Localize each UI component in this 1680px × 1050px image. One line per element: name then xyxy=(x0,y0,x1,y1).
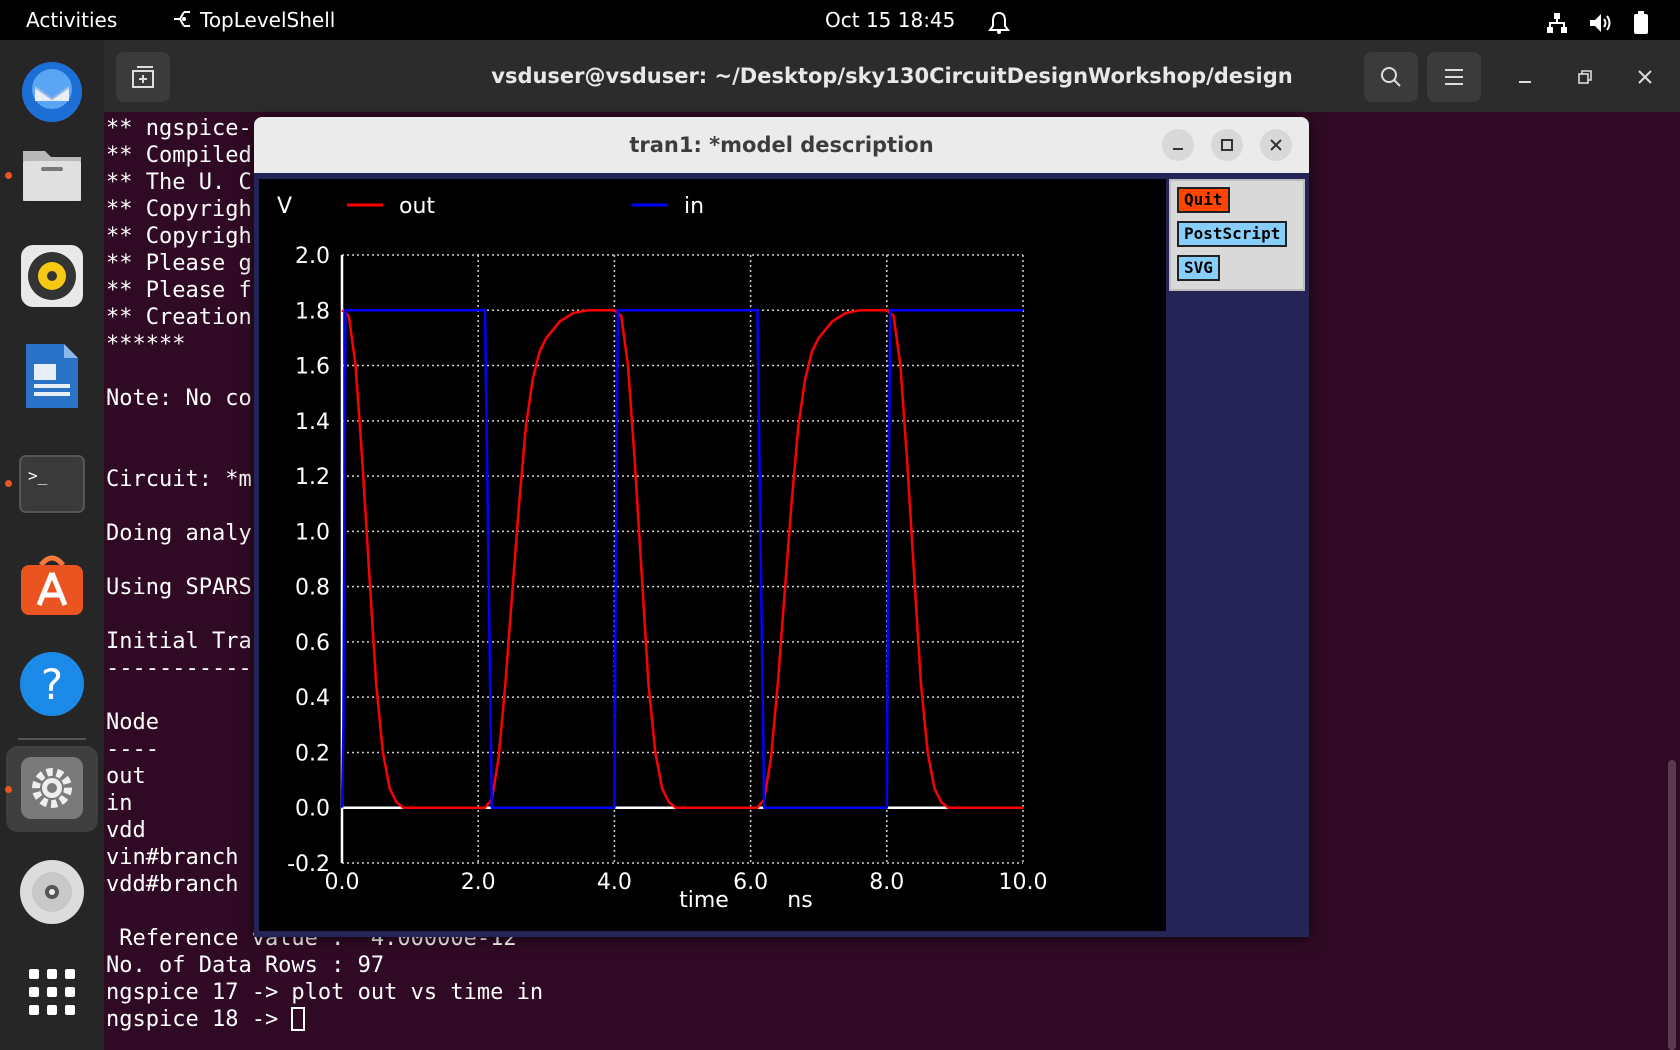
clock[interactable]: Oct 15 18:45 xyxy=(825,0,955,40)
minimize-button[interactable] xyxy=(1510,62,1540,92)
disc-icon[interactable] xyxy=(18,858,86,926)
minimize-icon xyxy=(1519,81,1531,83)
x-axis-unit: ns xyxy=(787,888,812,913)
plot-close-button[interactable] xyxy=(1260,129,1292,161)
new-tab-icon xyxy=(132,66,154,88)
terminal-icon[interactable]: >_ xyxy=(18,450,86,518)
svg-text:?: ? xyxy=(41,660,63,709)
menu-button[interactable] xyxy=(1427,52,1481,102)
close-icon xyxy=(1638,70,1652,84)
plot-maximize-button[interactable] xyxy=(1211,129,1243,161)
y-tick-label: 1.2 xyxy=(295,465,330,490)
rhythmbox-icon[interactable] xyxy=(18,242,86,310)
minimize-icon xyxy=(1173,148,1183,150)
y-tick-label: 2.0 xyxy=(295,244,330,269)
x-tick-label: 0.0 xyxy=(325,870,360,895)
help-icon[interactable]: ? xyxy=(18,650,86,718)
plot-minimize-button[interactable] xyxy=(1162,129,1194,161)
close-button[interactable] xyxy=(1630,62,1660,92)
y-tick-label: 1.0 xyxy=(295,520,330,545)
plot-titlebar[interactable]: tran1: *model description xyxy=(254,117,1309,173)
y-tick-label: 0.0 xyxy=(295,797,330,822)
y-tick-label: 0.4 xyxy=(295,686,330,711)
y-tick-label: 1.6 xyxy=(295,355,330,380)
restore-icon xyxy=(1578,70,1592,84)
terminal-scrollbar[interactable] xyxy=(1668,760,1676,1050)
y-tick-label: 1.8 xyxy=(295,299,330,324)
maximize-icon xyxy=(1221,139,1233,151)
series-line-in xyxy=(340,309,1023,809)
waveform-chart[interactable]: -0.20.00.20.40.60.81.01.21.41.61.82.00.0… xyxy=(259,179,1166,931)
close-icon xyxy=(1270,139,1282,151)
dock-separator xyxy=(18,738,86,740)
terminal-line: ngspice 18 -> xyxy=(106,1006,543,1033)
app-center-icon[interactable] xyxy=(18,550,86,618)
cursor xyxy=(291,1007,306,1031)
y-axis-label: V xyxy=(277,194,292,219)
x-tick-label: 10.0 xyxy=(999,870,1048,895)
search-icon xyxy=(1381,67,1401,87)
plot-window: tran1: *model description -0.2 0.0 0.2 0.4 0… xyxy=(254,117,1309,937)
network-icon[interactable] xyxy=(1545,8,1569,33)
app-icon xyxy=(174,11,190,27)
quit-button[interactable]: Quit xyxy=(1177,187,1230,213)
app-menu[interactable]: TopLevelShell xyxy=(170,0,335,40)
search-button[interactable] xyxy=(1364,52,1418,102)
x-tick-label: 8.0 xyxy=(869,870,904,895)
terminal-line: No. of Data Rows : 97 xyxy=(106,953,385,978)
new-tab-button[interactable] xyxy=(116,52,170,102)
x-tick-label: 6.0 xyxy=(733,870,768,895)
legend-label-out: out xyxy=(399,194,435,219)
legend-label-in: in xyxy=(684,194,704,219)
plot-window-title: tran1: *model description xyxy=(629,133,934,157)
writer-icon[interactable] xyxy=(18,342,86,410)
running-indicator xyxy=(5,480,12,487)
svg-button[interactable]: SVG xyxy=(1177,255,1220,281)
dock: >_ ? xyxy=(0,40,104,1050)
terminal-header: vsduser@vsduser: ~/Desktop/sky130Circuit… xyxy=(104,40,1680,112)
settings-icon[interactable] xyxy=(18,754,86,822)
show-apps-icon[interactable] xyxy=(18,958,86,1026)
postscript-button[interactable]: PostScript xyxy=(1177,221,1288,247)
x-tick-label: 2.0 xyxy=(461,870,496,895)
terminal-line: ngspice 17 -> plot out vs time in xyxy=(106,980,544,1005)
x-tick-label: 4.0 xyxy=(597,870,632,895)
y-tick-label: 0.2 xyxy=(295,741,330,766)
bell-icon xyxy=(988,8,1010,34)
y-tick-label: 0.8 xyxy=(295,576,330,601)
x-axis-label: time xyxy=(679,888,729,913)
files-icon[interactable] xyxy=(18,140,86,208)
plot-area[interactable]: -0.2 0.0 0.2 0.4 0.6 0.8 1.0 1.2 1.4 1.6 1.8 2.0 0.0… xyxy=(259,179,1166,931)
volume-icon[interactable] xyxy=(1588,8,1614,32)
restore-button[interactable] xyxy=(1570,62,1600,92)
running-indicator xyxy=(5,172,12,179)
top-bar: Activities TopLevelShell Oct 15 18:45 xyxy=(0,0,1680,40)
y-tick-label: 0.6 xyxy=(295,631,330,656)
y-tick-label: 1.4 xyxy=(295,410,330,435)
hamburger-icon xyxy=(1445,69,1463,85)
plot-button-panel: Quit PostScript SVG xyxy=(1169,179,1305,291)
thunderbird-icon[interactable] xyxy=(18,58,86,126)
app-name: TopLevelShell xyxy=(200,8,336,32)
activities-button[interactable]: Activities xyxy=(26,0,117,40)
battery-icon[interactable] xyxy=(1632,8,1650,34)
series-line-out xyxy=(341,309,1023,809)
svg-text:>_: >_ xyxy=(28,466,48,485)
running-indicator xyxy=(5,786,12,793)
